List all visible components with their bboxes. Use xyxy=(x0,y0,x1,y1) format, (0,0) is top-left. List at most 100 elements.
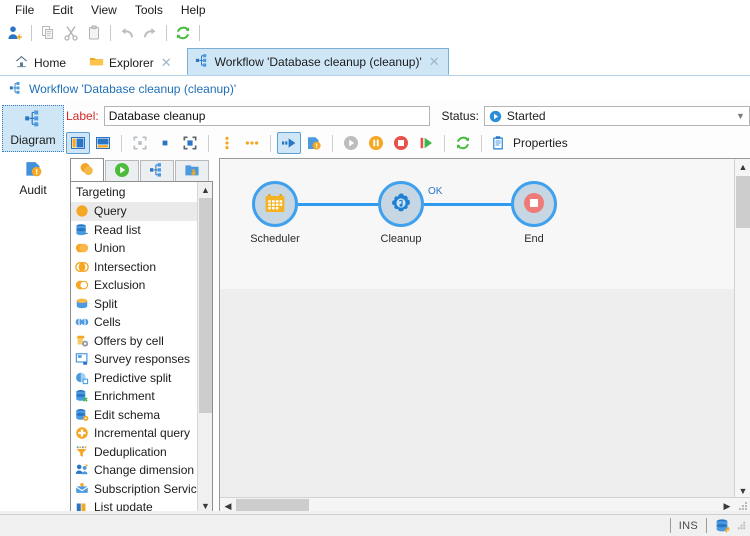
fit-page-button[interactable] xyxy=(128,132,152,154)
toolbar-separator-a xyxy=(121,135,122,152)
palette-tab-targeting[interactable] xyxy=(70,158,104,182)
scroll-up-icon[interactable]: ▲ xyxy=(198,182,213,197)
toolbar-separator-d xyxy=(332,135,333,152)
audit-warning-button[interactable] xyxy=(302,132,326,154)
refresh-button[interactable] xyxy=(172,22,194,43)
palette-item-incremental-query[interactable]: Incremental query xyxy=(71,424,197,443)
palette-scrollbar-vertical[interactable]: ▲ ▼ xyxy=(197,182,212,513)
split-icon xyxy=(75,297,89,311)
workflow-icon xyxy=(195,53,210,71)
node-circle[interactable] xyxy=(378,181,424,227)
palette-item-split[interactable]: Split xyxy=(71,295,197,314)
copy-button[interactable] xyxy=(37,22,59,43)
zoom-selection-button[interactable] xyxy=(178,132,202,154)
node-end[interactable]: End xyxy=(508,181,560,245)
tab-home-label: Home xyxy=(34,56,66,70)
rail-item-audit[interactable]: Audit xyxy=(2,156,64,201)
link-cleanup-end[interactable] xyxy=(424,203,520,206)
undo-button[interactable] xyxy=(116,22,138,43)
node-circle[interactable] xyxy=(511,181,557,227)
palette-item-cells[interactable]: Cells xyxy=(71,313,197,332)
palette-item-label: Enrichment xyxy=(94,389,155,403)
union-icon xyxy=(75,241,89,255)
palette-item-union[interactable]: Union xyxy=(71,239,197,258)
palette-tab-flow-control[interactable] xyxy=(140,160,174,182)
close-icon[interactable]: ✕ xyxy=(427,56,442,68)
properties-button[interactable] xyxy=(488,132,508,154)
status-separator-1 xyxy=(670,518,671,533)
palette-item-intersection[interactable]: Intersection xyxy=(71,258,197,277)
paste-button[interactable] xyxy=(83,22,105,43)
palette-item-edit-schema[interactable]: Edit schema xyxy=(71,406,197,425)
palette-scrollbar-thumb[interactable] xyxy=(199,198,212,413)
palette-list[interactable]: Targeting Query xyxy=(70,181,213,514)
node-cleanup[interactable]: Cleanup xyxy=(375,181,427,245)
status-caption: Status: xyxy=(442,109,479,123)
toolbar-separator-1 xyxy=(31,25,32,41)
palette-tab-actions[interactable] xyxy=(175,160,209,182)
toolbar-separator-e xyxy=(444,135,445,152)
split-horizontal-button[interactable] xyxy=(91,132,115,154)
redo-button[interactable] xyxy=(139,22,161,43)
palette-tab-execution[interactable] xyxy=(105,160,139,182)
start-button[interactable] xyxy=(339,132,363,154)
menu-tools[interactable]: Tools xyxy=(126,1,172,19)
zoom-actual-button[interactable] xyxy=(153,132,177,154)
palette-item-subscription-services[interactable]: Subscription Servic.. xyxy=(71,480,197,499)
workflow-canvas[interactable]: OK xyxy=(220,159,734,498)
palette-item-enrichment[interactable]: Enrichment xyxy=(71,387,197,406)
database-key-icon[interactable] xyxy=(715,518,731,534)
palette-item-predictive-split[interactable]: Predictive split xyxy=(71,369,197,388)
main-toolbar xyxy=(0,20,750,45)
horizontal-dots-button[interactable] xyxy=(240,132,264,154)
vertical-dots-button[interactable] xyxy=(215,132,239,154)
change-dimension-icon xyxy=(75,463,89,477)
refresh-diagram-button[interactable] xyxy=(451,132,475,154)
audit-icon xyxy=(24,159,43,181)
folder-icon xyxy=(89,54,104,72)
palette-item-label: Change dimension xyxy=(94,463,194,477)
split-vertical-button[interactable] xyxy=(66,132,90,154)
incremental-query-icon xyxy=(75,426,89,440)
new-user-button[interactable] xyxy=(4,22,26,43)
palette-item-read-list[interactable]: Read list xyxy=(71,221,197,240)
node-scheduler[interactable]: Scheduler xyxy=(249,181,301,245)
execute-arrow-button[interactable] xyxy=(277,132,301,154)
scroll-up-icon[interactable]: ▲ xyxy=(735,159,750,174)
menu-edit[interactable]: Edit xyxy=(43,1,82,19)
canvas-scrollbar-vertical[interactable]: ▲ ▼ xyxy=(734,159,750,498)
palette-item-query[interactable]: Query xyxy=(71,202,197,221)
menu-help[interactable]: Help xyxy=(172,1,215,19)
step-button[interactable] xyxy=(414,132,438,154)
resize-grip-icon[interactable] xyxy=(736,520,747,531)
palette-item-survey-responses[interactable]: Survey responses xyxy=(71,350,197,369)
palette-item-deduplication[interactable]: Deduplication xyxy=(71,443,197,462)
palette-item-offers-by-cell[interactable]: Offers by cell xyxy=(71,332,197,351)
toolbar-separator-f xyxy=(481,135,482,152)
scroll-down-icon[interactable]: ▼ xyxy=(735,483,750,498)
tab-workflow[interactable]: Workflow 'Database cleanup (cleanup)' ✕ xyxy=(187,48,449,75)
node-label: End xyxy=(508,233,560,245)
palette-item-label: Edit schema xyxy=(94,408,160,422)
cut-button[interactable] xyxy=(60,22,82,43)
application-window: File Edit View Tools Help xyxy=(0,0,750,536)
properties-label[interactable]: Properties xyxy=(513,136,568,150)
stop-button[interactable] xyxy=(389,132,413,154)
label-input[interactable]: Database cleanup xyxy=(104,106,430,126)
palette-item-label: Subscription Servic.. xyxy=(94,482,203,496)
tab-explorer[interactable]: Explorer ✕ xyxy=(81,50,181,75)
tab-home[interactable]: Home xyxy=(6,50,73,75)
palette-item-change-dimension[interactable]: Change dimension xyxy=(71,461,197,480)
pause-button[interactable] xyxy=(364,132,388,154)
rail-item-diagram[interactable]: Diagram xyxy=(2,105,64,152)
status-combobox[interactable]: Started ▼ xyxy=(484,106,750,126)
chevron-down-icon[interactable]: ▼ xyxy=(732,107,749,125)
menu-file[interactable]: File xyxy=(6,1,43,19)
palette-item-label: Exclusion xyxy=(94,278,145,292)
menu-view[interactable]: View xyxy=(82,1,126,19)
node-circle[interactable] xyxy=(252,181,298,227)
canvas-vscroll-thumb[interactable] xyxy=(736,176,750,228)
close-icon[interactable]: ✕ xyxy=(159,57,174,69)
palette-item-exclusion[interactable]: Exclusion xyxy=(71,276,197,295)
toolbar-separator-b xyxy=(208,135,209,152)
